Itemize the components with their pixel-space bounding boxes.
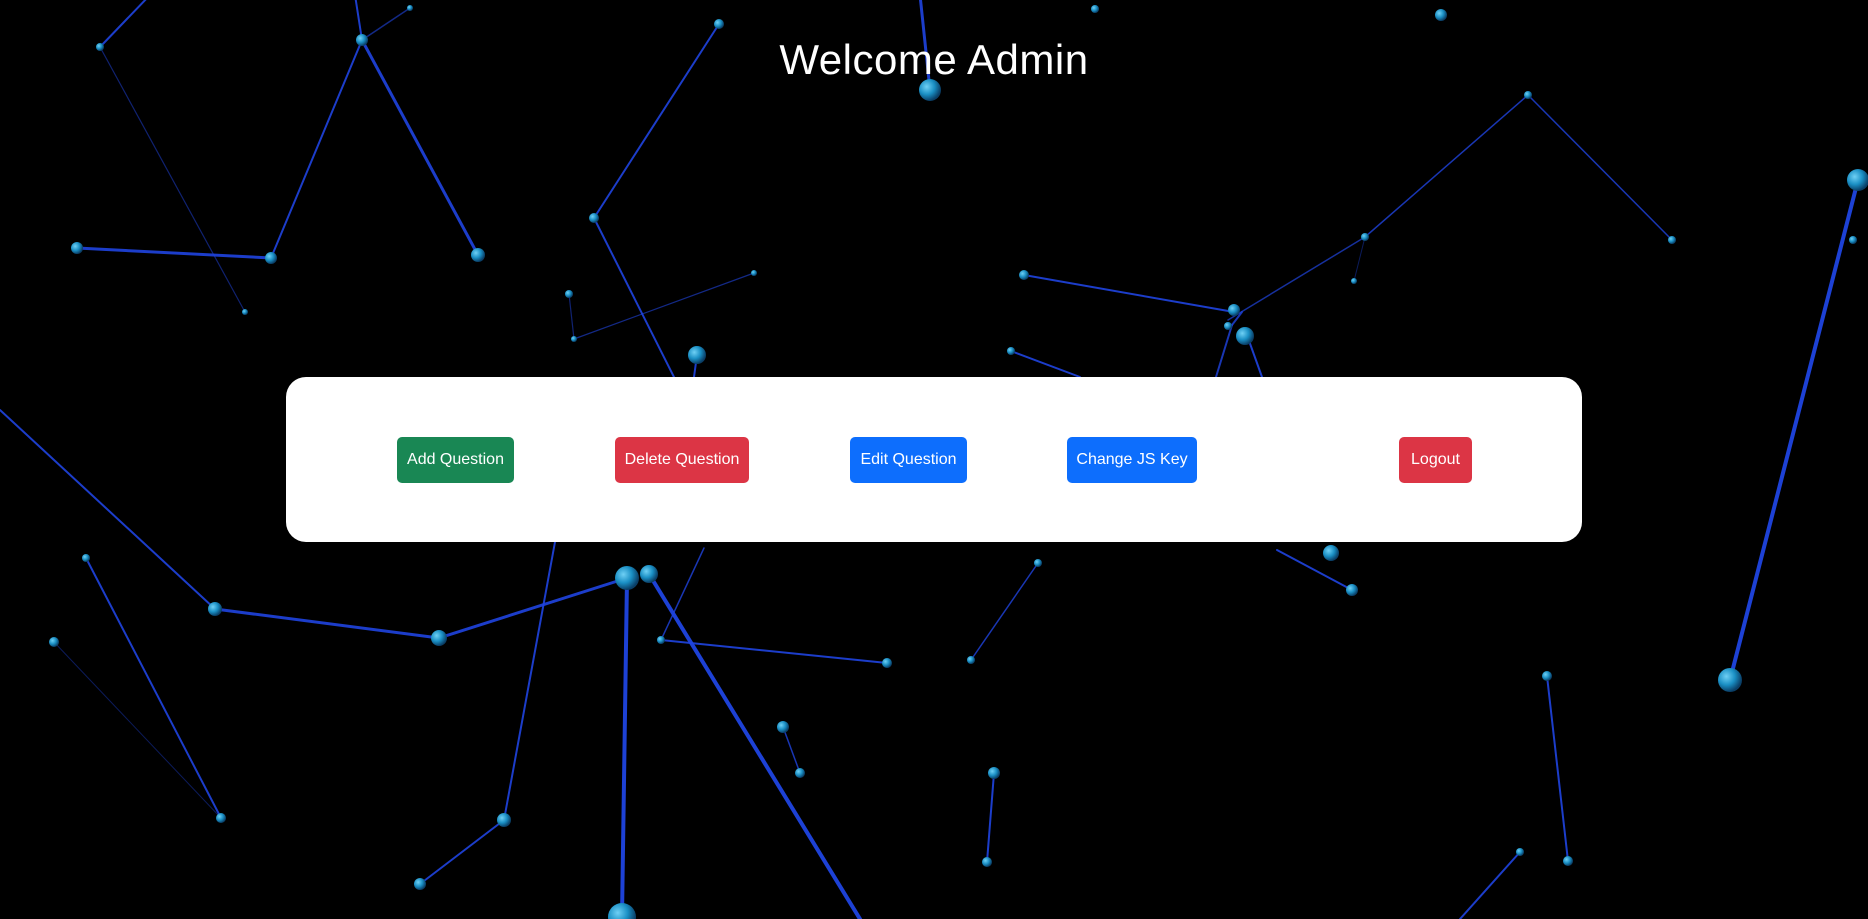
network-node xyxy=(1346,584,1358,596)
network-node xyxy=(431,630,447,646)
network-link xyxy=(568,293,575,340)
network-node xyxy=(982,857,992,867)
network-link xyxy=(437,576,629,640)
network-node xyxy=(242,309,248,315)
network-node xyxy=(1236,327,1254,345)
network-link xyxy=(1353,236,1366,282)
network-link xyxy=(354,0,363,41)
network-link xyxy=(573,272,755,340)
network-link xyxy=(213,607,441,640)
network-node xyxy=(1563,856,1573,866)
add-question-button[interactable]: Add Question xyxy=(397,437,514,483)
network-node xyxy=(407,5,413,11)
network-link xyxy=(1459,851,1521,919)
network-node xyxy=(640,565,658,583)
network-node xyxy=(49,637,59,647)
network-link xyxy=(0,409,216,610)
network-link xyxy=(1546,675,1569,862)
network-link xyxy=(1527,94,1673,241)
network-node xyxy=(265,252,277,264)
network-node xyxy=(1524,91,1532,99)
network-node xyxy=(1351,278,1357,284)
network-node xyxy=(589,213,599,223)
network-node xyxy=(1849,236,1857,244)
network-link xyxy=(53,641,222,819)
network-node xyxy=(1718,668,1742,692)
network-node xyxy=(471,248,485,262)
network-link xyxy=(1276,549,1353,591)
network-node xyxy=(1034,559,1042,567)
network-link xyxy=(503,541,556,821)
network-link xyxy=(99,46,246,313)
network-link xyxy=(1364,94,1529,238)
network-node xyxy=(608,903,636,919)
network-link xyxy=(782,726,801,774)
edit-question-button[interactable]: Edit Question xyxy=(850,437,967,483)
network-node xyxy=(82,554,90,562)
network-node xyxy=(571,336,577,342)
network-link xyxy=(1728,178,1860,682)
network-node xyxy=(882,658,892,668)
network-link xyxy=(620,576,629,919)
network-node xyxy=(1542,671,1552,681)
network-node xyxy=(777,721,789,733)
network-node xyxy=(565,290,573,298)
network-node xyxy=(751,270,757,276)
change-js-key-button[interactable]: Change JS Key xyxy=(1067,437,1197,483)
network-link xyxy=(1023,274,1235,313)
network-node xyxy=(795,768,805,778)
network-link xyxy=(1227,236,1366,321)
network-node xyxy=(216,813,226,823)
network-node xyxy=(1361,233,1369,241)
network-node xyxy=(714,19,724,29)
network-link xyxy=(75,246,273,260)
network-link xyxy=(970,562,1039,661)
network-node xyxy=(988,767,1000,779)
network-node xyxy=(1516,848,1524,856)
network-link xyxy=(647,572,862,919)
network-link xyxy=(1215,324,1233,378)
logout-button[interactable]: Logout xyxy=(1399,437,1472,483)
network-node xyxy=(208,602,222,616)
network-node xyxy=(1435,9,1447,21)
network-link xyxy=(593,217,684,396)
network-node xyxy=(71,242,83,254)
network-node xyxy=(1007,347,1015,355)
network-node xyxy=(688,346,706,364)
network-node xyxy=(1019,270,1029,280)
network-node xyxy=(615,566,639,590)
delete-question-button[interactable]: Delete Question xyxy=(615,437,749,483)
network-node xyxy=(1091,5,1099,13)
network-link xyxy=(1010,350,1081,378)
network-node xyxy=(1228,304,1240,316)
network-node xyxy=(657,636,665,644)
network-link xyxy=(1247,337,1263,378)
network-node xyxy=(414,878,426,890)
network-node xyxy=(1323,545,1339,561)
network-node xyxy=(967,656,975,664)
network-node xyxy=(1668,236,1676,244)
network-link xyxy=(986,772,995,863)
network-link xyxy=(419,819,505,885)
network-node xyxy=(497,813,511,827)
network-node xyxy=(1847,169,1868,191)
network-node xyxy=(1224,322,1232,330)
admin-actions-panel: Add Question Delete Question Edit Questi… xyxy=(286,377,1582,542)
page-title: Welcome Admin xyxy=(779,36,1089,83)
